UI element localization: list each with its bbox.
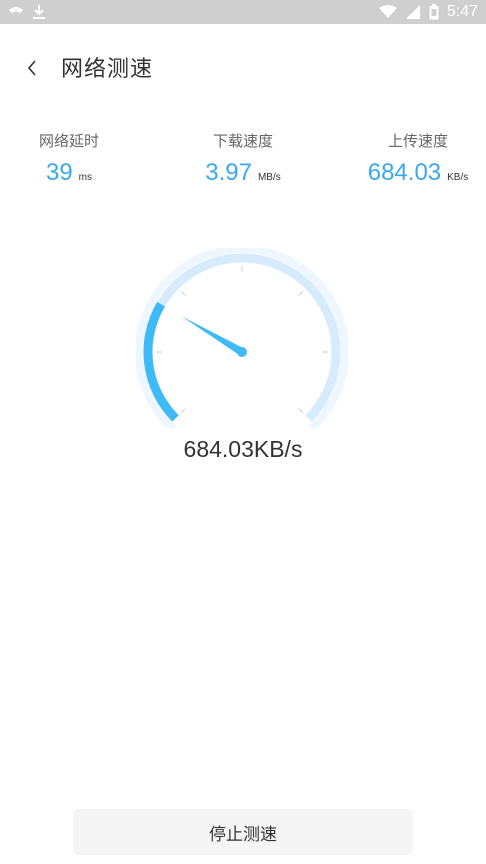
gauge-needle <box>181 316 245 356</box>
page-title: 网络测速 <box>61 57 154 82</box>
wifi-signal-icon <box>378 5 397 18</box>
cell-signal-icon <box>405 5 420 19</box>
gauge-tick <box>180 408 186 414</box>
status-bar: 5:47 <box>0 0 486 24</box>
stat-download-label: 下载速度 <box>212 132 273 150</box>
stat-download-unit: MB/s <box>257 172 281 183</box>
gauge-halo <box>135 245 349 432</box>
gauge-tick <box>298 408 304 414</box>
wifi-icon <box>9 7 23 18</box>
stat-upload-label: 上传速度 <box>387 132 448 150</box>
stat-upload-value-row: 684.03 KB/s <box>356 159 480 187</box>
back-button[interactable] <box>16 52 48 84</box>
stat-latency-value: 39 <box>45 159 73 186</box>
gauge-svg <box>135 245 349 432</box>
stat-download-value: 3.97 <box>205 159 252 186</box>
status-right: 5:47 <box>378 3 478 21</box>
status-left <box>8 4 46 20</box>
stat-latency-label: 网络延时 <box>38 132 99 150</box>
stat-upload: 上传速度 684.03 KB/s <box>356 130 480 187</box>
speed-gauge <box>135 245 349 432</box>
stats-row: 网络延时 39 ms 下载速度 3.97 MB/s 上传速度 684.03 KB… <box>0 130 486 210</box>
stat-download: 下载速度 3.97 MB/s <box>190 130 296 187</box>
gauge-ticks <box>156 266 328 414</box>
stat-latency-unit: ms <box>78 172 93 183</box>
download-icon <box>33 5 45 19</box>
stat-download-value-row: 3.97 MB/s <box>190 159 296 187</box>
speed-readout: 684.03KB/s <box>183 436 303 462</box>
gauge-tick <box>180 290 186 296</box>
stop-test-button[interactable]: 停止测速 <box>73 809 413 855</box>
stat-latency-value-row: 39 ms <box>20 159 118 187</box>
chevron-left-icon <box>27 60 36 76</box>
stat-upload-unit: KB/s <box>447 172 469 183</box>
stat-latency: 网络延时 39 ms <box>20 130 118 187</box>
battery-icon <box>429 4 439 20</box>
app-bar: 网络测速 <box>0 24 486 112</box>
stat-upload-value: 684.03 <box>367 159 442 186</box>
status-time: 5:47 <box>446 3 478 20</box>
gauge-tick <box>298 290 304 296</box>
gauge-hub <box>237 347 247 357</box>
gauge-track <box>143 253 341 422</box>
